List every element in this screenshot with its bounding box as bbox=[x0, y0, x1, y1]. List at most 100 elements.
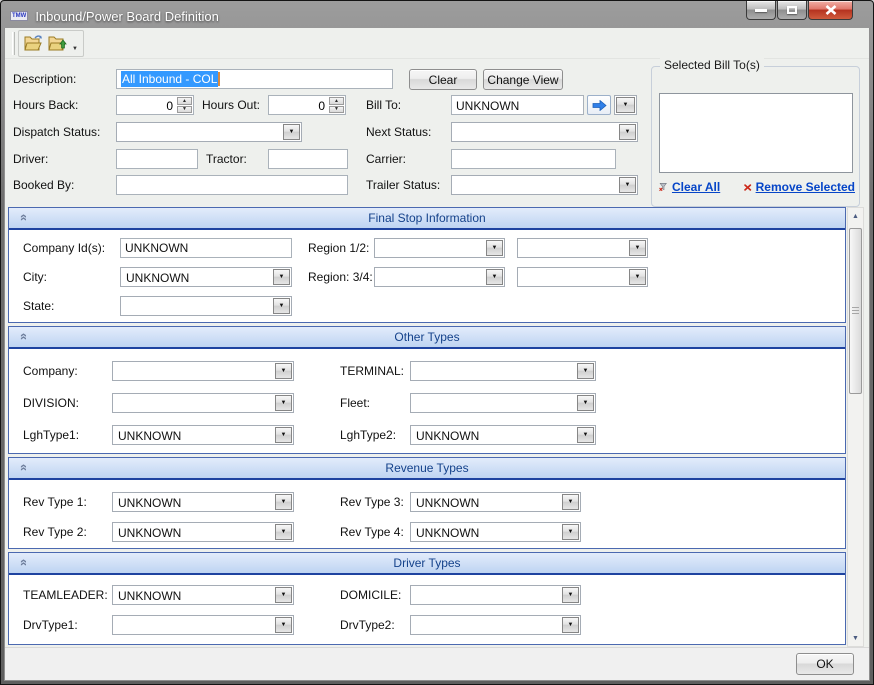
region1-select[interactable]: ▼ bbox=[374, 238, 505, 258]
spin-up-icon[interactable]: ▲ bbox=[177, 97, 192, 105]
revenue-types-title: Revenue Types bbox=[9, 461, 845, 475]
collapse-icon[interactable]: » bbox=[15, 559, 30, 566]
close-icon bbox=[825, 5, 837, 15]
rev-type-4-value: UNKNOWN bbox=[416, 526, 479, 540]
spin-up-icon[interactable]: ▲ bbox=[329, 97, 344, 105]
tractor-input[interactable] bbox=[268, 149, 348, 169]
company-ids-input[interactable] bbox=[120, 238, 292, 258]
toolbar-more-button[interactable]: ▼ bbox=[72, 46, 78, 52]
chevron-down-icon[interactable]: ▼ bbox=[275, 524, 292, 540]
teamleader-select[interactable]: UNKNOWN ▼ bbox=[112, 585, 294, 605]
chevron-down-icon[interactable]: ▼ bbox=[486, 240, 503, 256]
toolbar-grip[interactable] bbox=[12, 32, 15, 55]
sections-container: » Final Stop Information Company Id(s): … bbox=[8, 207, 846, 648]
scrollbar-grip-icon bbox=[852, 307, 859, 315]
collapse-icon[interactable]: » bbox=[15, 214, 30, 221]
clear-button[interactable]: Clear bbox=[409, 69, 477, 90]
open-board-button[interactable] bbox=[21, 32, 45, 55]
ok-button[interactable]: OK bbox=[796, 653, 854, 675]
remove-x-icon bbox=[744, 181, 751, 194]
region4-select[interactable]: ▼ bbox=[517, 267, 648, 287]
chevron-down-icon[interactable]: ▼ bbox=[275, 617, 292, 633]
chevron-down-icon[interactable]: ▼ bbox=[619, 124, 636, 140]
chevron-down-icon[interactable]: ▼ bbox=[275, 395, 292, 411]
drvtype1-label: DrvType1: bbox=[23, 618, 78, 632]
maximize-button[interactable] bbox=[777, 1, 807, 20]
toolbar: ▼ bbox=[5, 28, 869, 59]
bill-to-dropdown-button[interactable]: ▼ bbox=[614, 95, 637, 115]
collapse-icon[interactable]: » bbox=[15, 464, 30, 471]
carrier-input[interactable] bbox=[451, 149, 616, 169]
clear-all-link[interactable]: Clear All bbox=[672, 180, 720, 194]
change-view-button[interactable]: Change View bbox=[483, 69, 563, 90]
city-select[interactable]: UNKNOWN ▼ bbox=[120, 267, 292, 287]
minimize-button[interactable] bbox=[746, 1, 776, 20]
chevron-down-icon[interactable]: ▼ bbox=[486, 269, 503, 285]
region3-select[interactable]: ▼ bbox=[374, 267, 505, 287]
chevron-down-icon[interactable]: ▼ bbox=[629, 240, 646, 256]
chevron-down-icon[interactable]: ▼ bbox=[275, 587, 292, 603]
rev-type-4-select[interactable]: UNKNOWN ▼ bbox=[410, 522, 581, 542]
rev-type-2-select[interactable]: UNKNOWN ▼ bbox=[112, 522, 294, 542]
chevron-down-icon[interactable]: ▼ bbox=[283, 124, 300, 140]
lghtype1-select[interactable]: UNKNOWN ▼ bbox=[112, 425, 294, 445]
drvtype2-select[interactable]: ▼ bbox=[410, 615, 581, 635]
company-select[interactable]: ▼ bbox=[112, 361, 294, 381]
driver-types-header[interactable]: » Driver Types bbox=[9, 553, 845, 575]
hours-back-stepper[interactable]: 0 ▲ ▼ bbox=[116, 95, 194, 115]
revenue-types-header[interactable]: » Revenue Types bbox=[9, 458, 845, 480]
save-board-button[interactable] bbox=[45, 32, 69, 55]
chevron-down-icon[interactable]: ▼ bbox=[273, 298, 290, 314]
domicile-select[interactable]: ▼ bbox=[410, 585, 581, 605]
rev-type-3-select[interactable]: UNKNOWN ▼ bbox=[410, 492, 581, 512]
chevron-down-icon[interactable]: ▼ bbox=[619, 177, 636, 193]
collapse-icon[interactable]: » bbox=[15, 333, 30, 340]
drvtype1-select[interactable]: ▼ bbox=[112, 615, 294, 635]
chevron-down-icon[interactable]: ▼ bbox=[577, 363, 594, 379]
bill-to-go-button[interactable] bbox=[587, 95, 611, 115]
spin-down-icon[interactable]: ▼ bbox=[177, 106, 192, 114]
final-stop-title: Final Stop Information bbox=[9, 211, 845, 225]
rev-type-1-select[interactable]: UNKNOWN ▼ bbox=[112, 492, 294, 512]
other-types-header[interactable]: » Other Types bbox=[9, 327, 845, 349]
spin-down-icon[interactable]: ▼ bbox=[329, 106, 344, 114]
next-status-select[interactable]: ▼ bbox=[451, 122, 638, 142]
scroll-down-button[interactable]: ▼ bbox=[848, 630, 863, 646]
chevron-down-icon[interactable]: ▼ bbox=[275, 363, 292, 379]
region2-select[interactable]: ▼ bbox=[517, 238, 648, 258]
selected-bill-to-list[interactable] bbox=[659, 93, 853, 173]
rev-type-2-value: UNKNOWN bbox=[118, 526, 181, 540]
chevron-down-icon[interactable]: ▼ bbox=[273, 269, 290, 285]
bill-to-input[interactable]: UNKNOWN bbox=[451, 95, 584, 115]
remove-selected-link[interactable]: Remove Selected bbox=[756, 180, 855, 194]
scroll-up-button[interactable]: ▲ bbox=[848, 208, 863, 224]
hours-out-stepper[interactable]: 0 ▲ ▼ bbox=[268, 95, 346, 115]
fleet-select[interactable]: ▼ bbox=[410, 393, 596, 413]
chevron-down-icon[interactable]: ▼ bbox=[562, 617, 579, 633]
division-label: DIVISION: bbox=[23, 396, 79, 410]
chevron-down-icon[interactable]: ▼ bbox=[629, 269, 646, 285]
chevron-down-icon[interactable]: ▼ bbox=[577, 427, 594, 443]
division-select[interactable]: ▼ bbox=[112, 393, 294, 413]
lghtype2-select[interactable]: UNKNOWN ▼ bbox=[410, 425, 596, 445]
chevron-down-icon[interactable]: ▼ bbox=[562, 587, 579, 603]
titlebar[interactable]: TMW Inbound/Power Board Definition bbox=[4, 4, 870, 28]
description-input[interactable]: All Inbound - COL bbox=[116, 69, 393, 89]
trailer-status-select[interactable]: ▼ bbox=[451, 175, 638, 195]
chevron-down-icon[interactable]: ▼ bbox=[275, 494, 292, 510]
chevron-down-icon[interactable]: ▼ bbox=[275, 427, 292, 443]
scrollbar-thumb[interactable] bbox=[849, 228, 862, 394]
chevron-down-icon[interactable]: ▼ bbox=[577, 395, 594, 411]
row-company-terminal: Company: ▼ TERMINAL: ▼ bbox=[23, 361, 845, 381]
chevron-down-icon[interactable]: ▼ bbox=[562, 494, 579, 510]
final-stop-header[interactable]: » Final Stop Information bbox=[9, 208, 845, 230]
booked-by-input[interactable] bbox=[116, 175, 348, 195]
terminal-select[interactable]: ▼ bbox=[410, 361, 596, 381]
vertical-scrollbar[interactable]: ▲ ▼ bbox=[847, 207, 864, 647]
driver-input[interactable] bbox=[116, 149, 198, 169]
dispatch-status-select[interactable]: ▼ bbox=[116, 122, 302, 142]
state-select[interactable]: ▼ bbox=[120, 296, 292, 316]
client-area: ▼ Description: All Inbound - COL Clear C… bbox=[4, 28, 870, 681]
close-button[interactable] bbox=[808, 1, 853, 20]
chevron-down-icon[interactable]: ▼ bbox=[562, 524, 579, 540]
